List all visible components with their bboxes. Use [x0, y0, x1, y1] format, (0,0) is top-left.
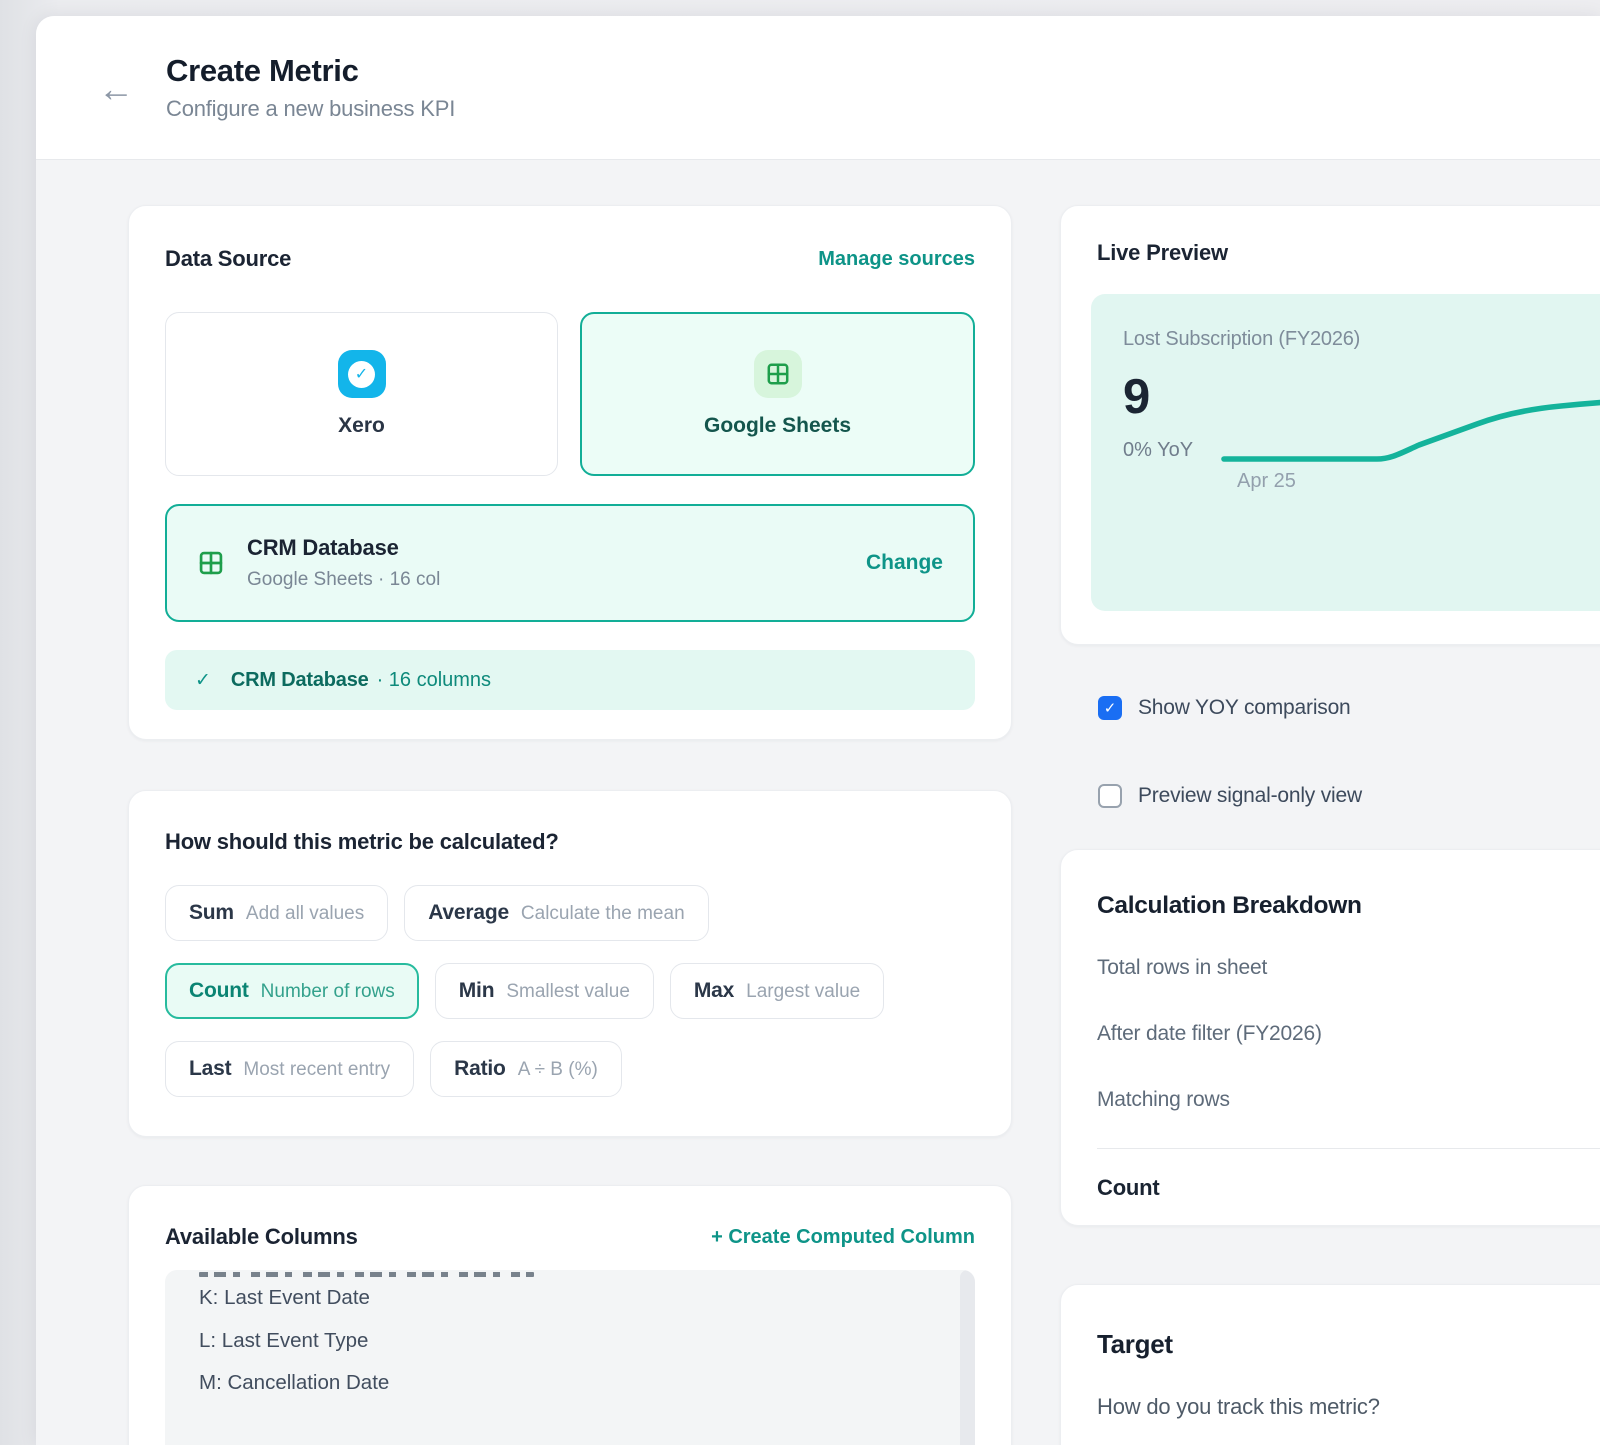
calculation-method-card: How should this metric be calculated? Su… — [128, 790, 1012, 1137]
clipped-list-item — [199, 1272, 534, 1277]
sheet-meta: Google Sheets · 16 col — [247, 569, 440, 591]
method-chip-ratio[interactable]: Ratio A ÷ B (%) — [430, 1041, 622, 1097]
checkbox-unchecked-icon[interactable] — [1098, 784, 1122, 808]
breakdown-title: Calculation Breakdown — [1097, 892, 1600, 920]
column-item[interactable]: M: Cancellation Date — [199, 1362, 941, 1405]
checkbox-label: Preview signal-only view — [1138, 784, 1362, 808]
source-tile-google-sheets[interactable]: Google Sheets — [580, 312, 975, 476]
method-chip-last[interactable]: Last Most recent entry — [165, 1041, 414, 1097]
target-title: Target — [1097, 1329, 1600, 1360]
breakdown-row: Matching rows — [1097, 1088, 1600, 1112]
data-source-title: Data Source — [165, 246, 291, 272]
source-tile-label: Google Sheets — [704, 414, 851, 438]
live-preview-title: Live Preview — [1097, 240, 1600, 266]
method-chip-max[interactable]: Max Largest value — [670, 963, 884, 1019]
target-question: How do you track this metric? — [1097, 1394, 1600, 1420]
x-axis-label: Apr 25 — [1237, 470, 1296, 493]
yoy-comparison-checkbox-row[interactable]: Show YOY comparison — [1098, 695, 1600, 721]
page-subtitle: Configure a new business KPI — [166, 96, 455, 122]
breakdown-row: Total rows in sheet — [1097, 956, 1600, 980]
create-computed-column-link[interactable]: + Create Computed Column — [711, 1226, 975, 1249]
column-item[interactable]: K: Last Event Date — [199, 1277, 941, 1320]
source-tile-label: Xero — [338, 414, 385, 438]
sheet-name: CRM Database — [247, 535, 440, 561]
page-title: Create Metric — [166, 53, 455, 89]
source-confirmation-banner: ✓ CRM Database · 16 columns — [165, 650, 975, 710]
checkbox-label: Show YOY comparison — [1138, 696, 1351, 720]
live-preview-card: Live Preview Lost Subscription (FY2026) … — [1060, 205, 1600, 645]
metric-name: Lost Subscription (FY2026) — [1123, 328, 1600, 351]
method-chip-sum[interactable]: Sum Add all values — [165, 885, 388, 941]
columns-list[interactable]: K: Last Event Date L: Last Event Type M:… — [165, 1270, 975, 1445]
available-columns-title: Available Columns — [165, 1224, 358, 1250]
selected-sheet-row[interactable]: CRM Database Google Sheets · 16 col Chan… — [165, 504, 975, 622]
check-icon: ✓ — [195, 669, 211, 692]
source-tile-xero[interactable]: Xero — [165, 312, 558, 476]
column-item[interactable]: L: Last Event Type — [199, 1320, 941, 1363]
method-chip-average[interactable]: Average Calculate the mean — [404, 885, 708, 941]
method-chip-min[interactable]: Min Smallest value — [435, 963, 654, 1019]
signal-only-checkbox-row[interactable]: Preview signal-only view — [1098, 783, 1600, 809]
available-columns-card: Available Columns + Create Computed Colu… — [128, 1185, 1012, 1445]
confirmation-detail: · 16 columns — [377, 669, 492, 692]
back-button[interactable]: ← — [94, 67, 138, 111]
confirmation-name: CRM Database — [231, 669, 369, 692]
target-card: Target How do you track this metric? — [1060, 1284, 1600, 1445]
data-source-card: Data Source Manage sources Xero — [128, 205, 1012, 740]
table-grid-icon — [197, 549, 225, 577]
breakdown-result-label: Count — [1097, 1175, 1600, 1201]
checkbox-checked-icon[interactable] — [1098, 696, 1122, 720]
metric-preview-panel: Lost Subscription (FY2026) 9 0% YoY Apr … — [1091, 294, 1600, 611]
method-chip-count[interactable]: Count Number of rows — [165, 963, 419, 1019]
xero-icon — [338, 350, 386, 398]
create-metric-page: ← Create Metric Configure a new business… — [36, 16, 1600, 1445]
calculation-breakdown-card: Calculation Breakdown Total rows in shee… — [1060, 849, 1600, 1226]
divider — [1097, 1148, 1600, 1149]
change-sheet-link[interactable]: Change — [866, 551, 943, 575]
page-header: ← Create Metric Configure a new business… — [36, 16, 1600, 160]
calculation-question: How should this metric be calculated? — [165, 829, 975, 855]
table-grid-icon — [754, 350, 802, 398]
list-scrollbar[interactable] — [960, 1270, 975, 1445]
breakdown-row: After date filter (FY2026) — [1097, 1022, 1600, 1046]
arrow-left-icon: ← — [98, 68, 134, 110]
plus-icon: + — [711, 1226, 723, 1248]
manage-sources-link[interactable]: Manage sources — [818, 248, 975, 271]
